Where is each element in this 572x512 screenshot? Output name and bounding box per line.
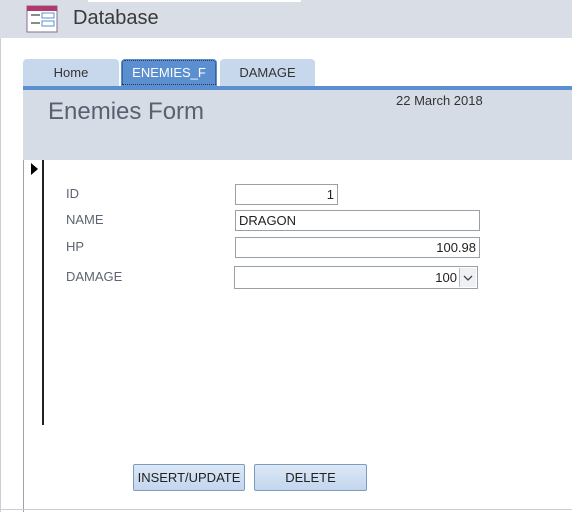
window-left-border	[0, 38, 1, 512]
window-bottom-border	[0, 509, 572, 510]
damage-label: DAMAGE	[66, 269, 123, 284]
hp-field[interactable]: 100.98	[235, 237, 480, 258]
current-record-arrow-icon	[31, 163, 38, 175]
tab-enemies-f[interactable]: ENEMIES_F	[121, 59, 217, 86]
record-selector[interactable]	[24, 160, 44, 425]
form-title: Enemies Form	[48, 98, 205, 125]
id-label: ID	[66, 186, 79, 201]
hp-label: HP	[66, 239, 85, 254]
chevron-down-icon[interactable]	[459, 268, 476, 287]
top-tab-edge	[88, 0, 301, 2]
form-table-icon	[26, 5, 58, 33]
insert-update-button[interactable]: INSERT/UPDATE	[133, 464, 245, 491]
tab-damage[interactable]: DAMAGE	[220, 59, 315, 86]
tab-home[interactable]: Home	[23, 59, 119, 86]
damage-combo[interactable]: 100	[234, 266, 478, 289]
id-field[interactable]: 1	[235, 184, 338, 205]
damage-value: 100	[435, 270, 457, 285]
form-date: 22 March 2018	[396, 93, 483, 108]
app-title: Database	[73, 7, 159, 29]
delete-button[interactable]: DELETE	[254, 464, 367, 491]
name-field[interactable]: DRAGON	[235, 210, 480, 231]
name-label: NAME	[66, 212, 104, 227]
